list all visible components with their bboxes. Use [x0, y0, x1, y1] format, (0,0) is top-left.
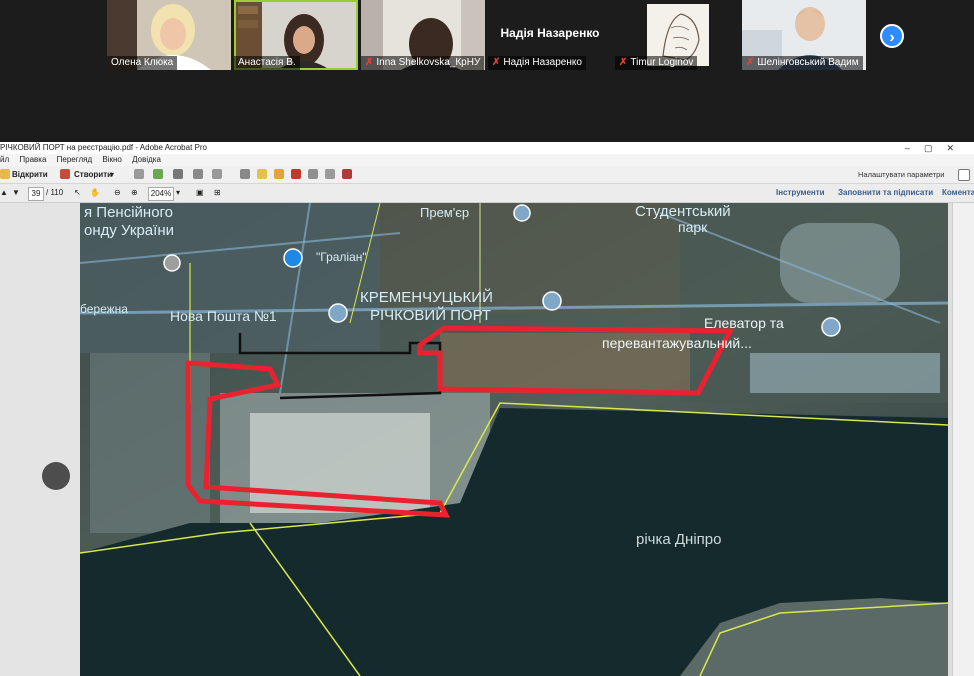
menu-item[interactable]: Правка	[19, 155, 46, 164]
menu-item[interactable]: Перегляд	[57, 155, 93, 164]
annotation-dot	[42, 462, 70, 490]
map-label: "Граліан"	[316, 250, 367, 264]
participant-name-row: ✗ Шелінговський Вадим	[742, 56, 863, 70]
zoom-out-icon[interactable]: ⊖	[114, 186, 121, 199]
participant-name-row: ✗ Inna Shelkovska_КрНУ	[361, 56, 485, 70]
settings-gear-icon[interactable]	[240, 169, 250, 179]
satellite-map	[80, 203, 948, 676]
edit-icon[interactable]	[193, 169, 203, 179]
comment-link[interactable]: Комента	[942, 184, 974, 202]
print-icon[interactable]	[173, 169, 183, 179]
map-label: Елеватор та	[704, 315, 784, 331]
title-bar: РІЧКОВИЙ ПОРТ на реєстрацію.pdf - Adobe …	[0, 142, 974, 154]
acrobat-window: РІЧКОВИЙ ПОРТ на реєстрацію.pdf - Adobe …	[0, 142, 974, 676]
participant-name: Timur Loginov	[630, 57, 694, 68]
map-label: Нова Пошта №1	[170, 308, 277, 324]
map-label: Студентський	[635, 203, 731, 220]
pdf-page: я Пенсійного онду України "Граліан" Прем…	[80, 203, 948, 676]
participant-name: Надія Назаренко	[503, 57, 582, 68]
map-label: я Пенсійного	[84, 204, 174, 221]
page-total: / 110	[46, 188, 64, 197]
map-label: РІЧКОВИЙ ПОРТ	[370, 307, 492, 324]
map-label: перевантажувальний...	[602, 335, 752, 351]
maximize-icon[interactable]: ▢	[924, 143, 947, 153]
attach-icon[interactable]	[308, 169, 318, 179]
redact-icon[interactable]	[342, 169, 352, 179]
mic-muted-icon: ✗	[492, 57, 501, 68]
map-label: річка Дніпро	[636, 531, 722, 548]
map-label: КРЕМЕНЧУЦЬКИЙ	[360, 289, 493, 306]
menu-item[interactable]: Вікно	[102, 155, 121, 164]
chevron-right-icon[interactable]: ›	[880, 24, 904, 48]
chevron-down-icon[interactable]: ▾	[110, 168, 114, 181]
main-toolbar: Відкрити Створити ▾ Налаштувати параметр…	[0, 166, 974, 190]
zoom-in-icon[interactable]: ⊕	[131, 186, 138, 199]
mic-muted-icon: ✗	[365, 57, 374, 68]
comment-icon[interactable]	[257, 169, 267, 179]
participant-display-name: Надія Назаренко	[500, 26, 600, 40]
participant-tile[interactable]: Олена Клюка	[107, 0, 231, 70]
participant-name: Шелінговський Вадим	[757, 57, 859, 68]
participant-tile[interactable]: ✗ Inna Shelkovska_КрНУ	[361, 0, 485, 70]
customize-dropdown[interactable]: Налаштувати параметри ▾	[858, 169, 948, 190]
participant-tile[interactable]: Анастасія В.	[234, 0, 358, 70]
menu-item[interactable]: йл	[0, 155, 9, 164]
zoom-input[interactable]: 204%	[148, 187, 174, 201]
mic-muted-icon: ✗	[619, 57, 628, 68]
participant-tile[interactable]: ✗ Timur Loginov	[615, 0, 739, 70]
sign-icon[interactable]	[325, 169, 335, 179]
page-number-input[interactable]: 39	[28, 187, 44, 201]
participant-name: Inna Shelkovska_КрНУ	[376, 57, 481, 68]
minimize-icon[interactable]: –	[905, 143, 924, 153]
window-title: РІЧКОВИЙ ПОРТ на реєстрацію.pdf - Adobe …	[0, 143, 207, 152]
map-label: бережна	[80, 302, 128, 316]
next-page-icon[interactable]: ▼	[12, 186, 20, 199]
previous-page-icon[interactable]: ▲	[0, 186, 8, 199]
customize-label: Налаштувати параметри	[858, 170, 945, 179]
fit-page-icon[interactable]: ▣	[196, 186, 204, 199]
participant-name: Анастасія В.	[234, 56, 300, 70]
vertical-scrollbar[interactable]	[952, 203, 974, 676]
folder-icon	[0, 169, 10, 179]
participant-tile[interactable]: ✗ Шелінговський Вадим	[742, 0, 866, 70]
upload-icon[interactable]	[153, 169, 163, 179]
participant-name: Олена Клюка	[107, 56, 178, 70]
panel-toggle-icon[interactable]	[958, 169, 970, 181]
email-icon[interactable]	[212, 169, 222, 179]
create-pdf-icon	[60, 169, 70, 179]
tools-link[interactable]: Інструменти	[776, 184, 825, 202]
mic-muted-icon: ✗	[746, 57, 755, 68]
create-button[interactable]: Створити	[74, 168, 112, 181]
hand-tool-icon[interactable]: ✋	[90, 186, 100, 199]
zoom-dropdown-icon[interactable]: ▾	[176, 186, 180, 199]
map-label: онду України	[84, 222, 174, 239]
participant-name-row: ✗ Timur Loginov	[615, 56, 698, 70]
map-label: парк	[678, 219, 708, 235]
highlight-icon[interactable]	[274, 169, 284, 179]
participant-tile[interactable]: Надія Назаренко ✗ Надія Назаренко	[488, 0, 612, 70]
participant-name-row: ✗ Надія Назаренко	[488, 56, 586, 70]
menu-item[interactable]: Довідка	[132, 155, 161, 164]
select-tool-icon[interactable]: ↖	[74, 186, 81, 199]
close-icon[interactable]: ✕	[946, 143, 968, 153]
page-margin	[0, 203, 80, 676]
map-label: Прем'єр	[420, 205, 470, 220]
window-controls: –▢✕	[905, 142, 968, 154]
fill-sign-link[interactable]: Заповнити та підписати	[838, 184, 933, 202]
stamp-icon[interactable]	[291, 169, 301, 179]
video-strip: Олена Клюка Анастасія В. ✗ Inna Shelkovsk…	[0, 0, 974, 142]
fit-width-icon[interactable]: ⊞	[214, 186, 221, 199]
open-button[interactable]: Відкрити	[12, 168, 48, 181]
save-icon[interactable]	[134, 169, 144, 179]
navigation-toolbar: ▲ ▼ 39 / 110 ↖ ✋ ⊖ ⊕ 204% ▾ ▣ ⊞ Інструме…	[0, 184, 974, 203]
